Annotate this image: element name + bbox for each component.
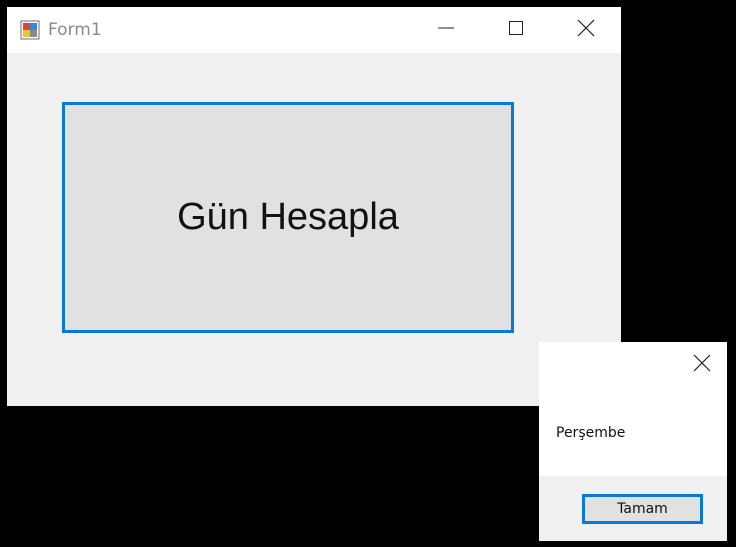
close-button[interactable]: [563, 7, 609, 53]
message-box-footer: Tamam: [539, 476, 727, 541]
title-bar[interactable]: Form1: [7, 7, 621, 53]
message-box-close-button[interactable]: [685, 350, 719, 380]
form1-window: Form1 Gün Hesapla: [7, 7, 621, 406]
close-icon: [577, 19, 595, 41]
close-icon: [693, 354, 711, 376]
windows-form-icon: [20, 20, 40, 40]
ok-button-label: Tamam: [617, 501, 668, 517]
ok-button[interactable]: Tamam: [582, 494, 703, 524]
window-title: Form1: [48, 20, 102, 40]
maximize-icon: [508, 20, 524, 40]
message-box: Perşembe Tamam: [539, 342, 727, 541]
message-text: Perşembe: [556, 425, 626, 441]
maximize-button[interactable]: [493, 7, 539, 53]
minimize-button[interactable]: [423, 7, 469, 53]
minimize-icon: [438, 20, 454, 40]
gun-hesapla-label: Gün Hesapla: [177, 196, 399, 238]
gun-hesapla-button[interactable]: Gün Hesapla: [62, 102, 514, 333]
